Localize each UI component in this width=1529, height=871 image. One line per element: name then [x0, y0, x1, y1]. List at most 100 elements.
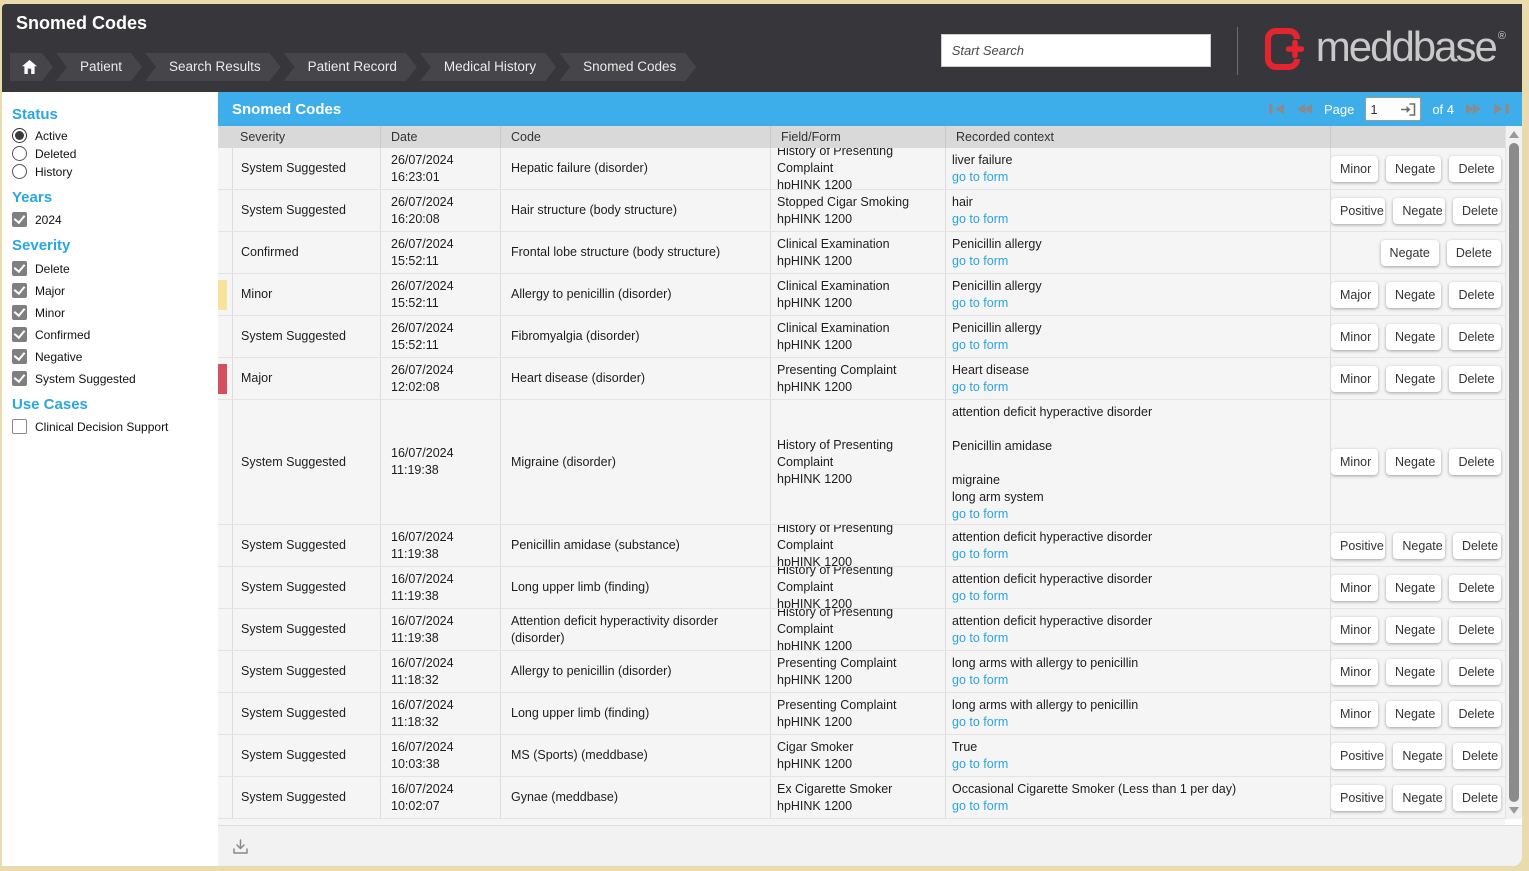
delete-button[interactable]: Delete: [1449, 700, 1501, 727]
delete-button[interactable]: Delete: [1452, 197, 1501, 224]
go-to-form-link[interactable]: go to form: [952, 798, 1326, 815]
major-button[interactable]: Major: [1331, 281, 1379, 308]
negate-button[interactable]: Negate: [1386, 365, 1442, 392]
radio-history[interactable]: [12, 164, 27, 179]
scrollbar-thumb[interactable]: [1509, 143, 1519, 802]
minor-button[interactable]: Minor: [1331, 365, 1379, 392]
filter-item-deleted[interactable]: Deleted: [12, 146, 218, 161]
go-to-form-link[interactable]: go to form: [952, 337, 1326, 354]
go-to-form-link[interactable]: go to form: [952, 630, 1326, 647]
delete-button[interactable]: Delete: [1449, 574, 1501, 601]
negate-button[interactable]: Negate: [1380, 239, 1439, 266]
positive-button[interactable]: Positive: [1331, 197, 1386, 224]
filter-item-clinical-decision-support[interactable]: Clinical Decision Support: [12, 419, 218, 434]
negate-button[interactable]: Negate: [1393, 784, 1445, 811]
radio-deleted[interactable]: [12, 146, 27, 161]
first-page-button[interactable]: [1268, 103, 1285, 115]
minor-button[interactable]: Minor: [1331, 658, 1379, 685]
checkbox-major[interactable]: [12, 283, 27, 298]
checkbox-clinical-decision-support[interactable]: [12, 419, 27, 434]
filter-item-confirmed[interactable]: Confirmed: [12, 327, 218, 342]
go-to-form-link[interactable]: go to form: [952, 756, 1326, 773]
field-form-cell: Cigar Smoker hpHINK 1200: [770, 735, 945, 776]
filter-item-delete[interactable]: Delete: [12, 261, 218, 276]
go-to-form-link[interactable]: go to form: [952, 672, 1326, 689]
checkbox-minor[interactable]: [12, 305, 27, 320]
delete-button[interactable]: Delete: [1449, 281, 1501, 308]
negate-button[interactable]: Negate: [1393, 532, 1445, 559]
positive-button[interactable]: Positive: [1331, 784, 1386, 811]
delete-button[interactable]: Delete: [1446, 239, 1501, 266]
minor-button[interactable]: Minor: [1331, 574, 1379, 601]
filter-item-history[interactable]: History: [12, 164, 218, 179]
minor-button[interactable]: Minor: [1331, 700, 1379, 727]
go-to-form-link[interactable]: go to form: [952, 211, 1326, 228]
positive-button[interactable]: Positive: [1331, 532, 1386, 559]
delete-button[interactable]: Delete: [1449, 658, 1501, 685]
delete-button[interactable]: Delete: [1452, 742, 1501, 769]
date-cell: 26/07/2024 15:52:11: [380, 274, 500, 315]
go-to-form-link[interactable]: go to form: [952, 546, 1326, 563]
filter-item-negative[interactable]: Negative: [12, 349, 218, 364]
breadcrumb-item-patient[interactable]: Patient: [56, 53, 142, 81]
form-name: hpHINK 1200: [777, 672, 853, 687]
next-page-button[interactable]: [1465, 103, 1482, 115]
breadcrumb-item-snomed-codes[interactable]: Snomed Codes: [559, 53, 696, 81]
positive-button[interactable]: Positive: [1331, 742, 1386, 769]
delete-button[interactable]: Delete: [1449, 449, 1501, 475]
minor-button[interactable]: Minor: [1331, 323, 1379, 350]
delete-button[interactable]: Delete: [1449, 155, 1501, 182]
negate-button[interactable]: Negate: [1393, 197, 1445, 224]
go-to-form-link[interactable]: go to form: [952, 506, 1326, 523]
minor-button[interactable]: Minor: [1331, 616, 1379, 643]
filter-item-2024[interactable]: 2024: [12, 212, 218, 227]
delete-button[interactable]: Delete: [1449, 365, 1501, 392]
download-button[interactable]: [228, 834, 253, 859]
negate-button[interactable]: Negate: [1386, 700, 1442, 727]
home-button[interactable]: [10, 53, 53, 81]
checkbox-system-suggested[interactable]: [12, 371, 27, 386]
go-to-form-link[interactable]: go to form: [952, 714, 1326, 731]
negate-button[interactable]: Negate: [1386, 658, 1442, 685]
negate-button[interactable]: Negate: [1386, 281, 1442, 308]
go-to-page-icon[interactable]: [1401, 102, 1416, 116]
last-page-button[interactable]: [1493, 103, 1510, 115]
negate-button[interactable]: Negate: [1386, 616, 1442, 643]
minor-button[interactable]: Minor: [1331, 155, 1379, 182]
previous-page-button[interactable]: [1296, 103, 1313, 115]
go-to-form-link[interactable]: go to form: [952, 253, 1326, 270]
go-to-form-link[interactable]: go to form: [952, 169, 1326, 186]
delete-button[interactable]: Delete: [1452, 532, 1501, 559]
filter-item-major[interactable]: Major: [12, 283, 218, 298]
filter-item-system-suggested[interactable]: System Suggested: [12, 371, 218, 386]
negate-button[interactable]: Negate: [1386, 574, 1442, 601]
checkbox-confirmed[interactable]: [12, 327, 27, 342]
breadcrumb-item-medical-history[interactable]: Medical History: [420, 53, 556, 81]
actions-cell: Minor Negate Delete: [1330, 651, 1505, 692]
negate-button[interactable]: Negate: [1386, 449, 1442, 475]
go-to-form-link[interactable]: go to form: [952, 379, 1326, 396]
go-to-form-link[interactable]: go to form: [952, 588, 1326, 605]
checkbox-negative[interactable]: [12, 349, 27, 364]
radio-active[interactable]: [12, 128, 27, 143]
recorded-context-cell: Heart disease go to form: [945, 358, 1330, 399]
minor-button[interactable]: Minor: [1331, 449, 1379, 475]
breadcrumb-item-search-results[interactable]: Search Results: [145, 53, 281, 81]
scroll-up-icon[interactable]: [1509, 131, 1519, 138]
search-input[interactable]: [940, 34, 1211, 67]
negate-button[interactable]: Negate: [1386, 155, 1442, 182]
go-to-form-link[interactable]: go to form: [952, 295, 1326, 312]
filter-item-active[interactable]: Active: [12, 128, 218, 143]
filter-item-minor[interactable]: Minor: [12, 305, 218, 320]
field-name: History of Presenting Complaint: [777, 525, 894, 552]
negate-button[interactable]: Negate: [1386, 323, 1442, 350]
delete-button[interactable]: Delete: [1449, 616, 1501, 643]
breadcrumb-item-patient-record[interactable]: Patient Record: [284, 53, 417, 81]
delete-button[interactable]: Delete: [1449, 323, 1501, 350]
negate-button[interactable]: Negate: [1393, 742, 1445, 769]
checkbox-2024[interactable]: [12, 212, 27, 227]
page-number-input[interactable]: 1: [1365, 97, 1422, 121]
scroll-down-icon[interactable]: [1509, 807, 1519, 814]
delete-button[interactable]: Delete: [1452, 784, 1501, 811]
checkbox-delete[interactable]: [12, 261, 27, 276]
